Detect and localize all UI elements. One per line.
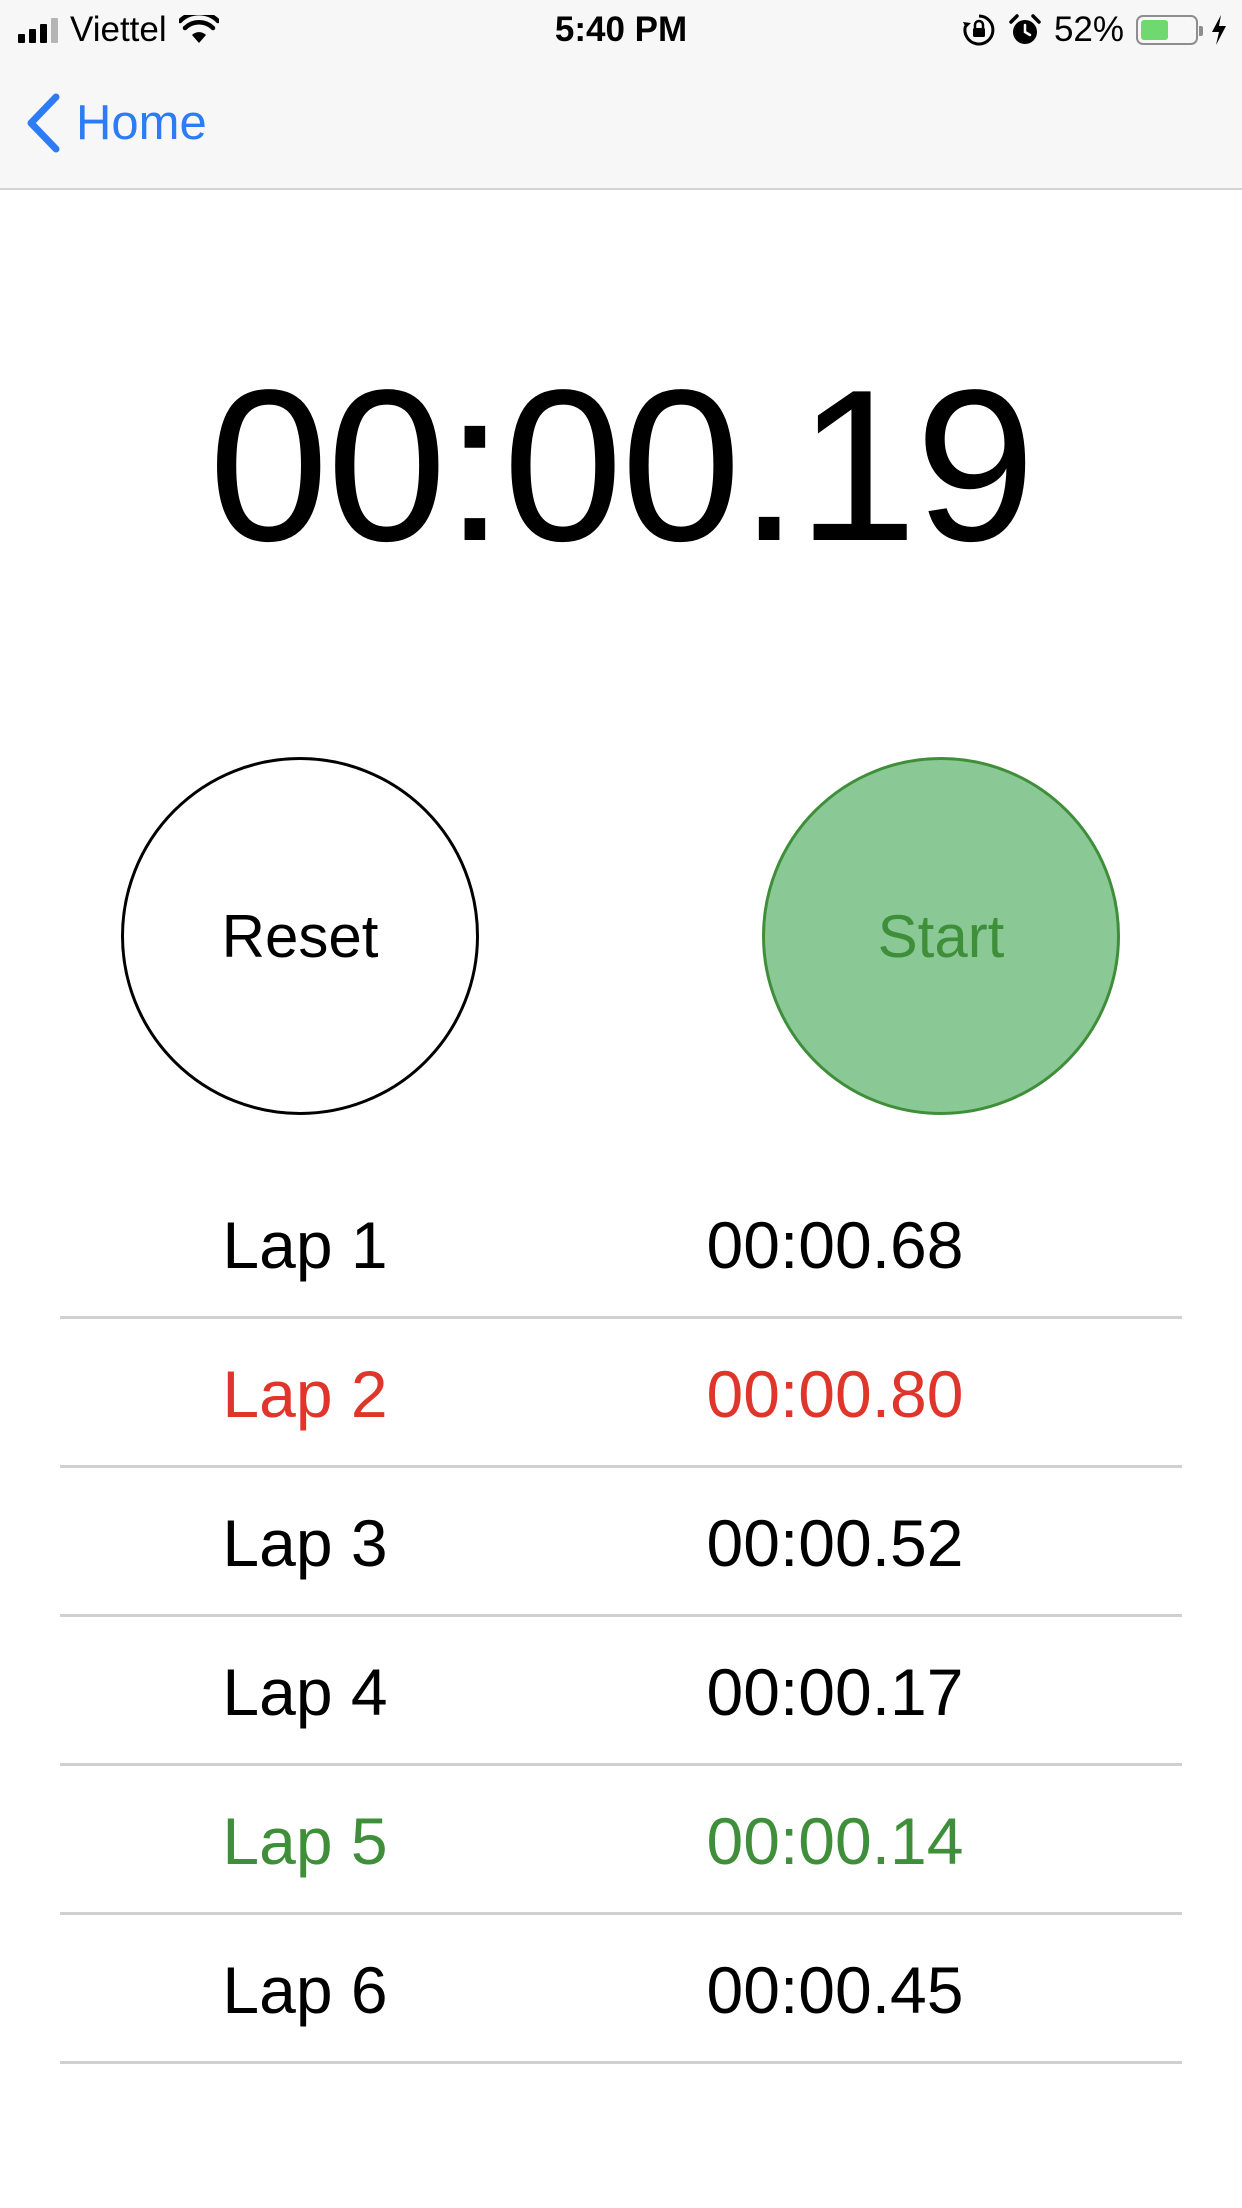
timer-display: 00:00.19	[208, 344, 1036, 586]
battery-level	[1141, 20, 1168, 40]
lap-label: Lap 3	[222, 1506, 388, 1580]
stopwatch-screen: Viettel 5:40 PM 52% Home 00:00.19 Reset …	[0, 0, 1242, 2208]
lap-label: Lap 5	[222, 1804, 388, 1878]
back-button[interactable]: Home	[24, 90, 207, 156]
chevron-left-icon	[27, 93, 60, 153]
lap-row: Lap 6 00:00.45	[60, 1915, 1182, 2064]
lap-time: 00:00.68	[706, 1208, 964, 1282]
lap-row: Lap 4 00:00.17	[60, 1617, 1182, 1766]
reset-button[interactable]: Reset	[121, 757, 479, 1115]
lap-row: Lap 1 00:00.68	[60, 1170, 1182, 1319]
status-bar-right: 52%	[962, 10, 1228, 50]
lap-time: 00:00.52	[706, 1506, 964, 1580]
reset-button-label: Reset	[221, 902, 379, 970]
battery-icon	[1136, 15, 1203, 45]
alarm-icon	[1009, 14, 1041, 44]
lap-time: 00:00.80	[706, 1357, 964, 1431]
start-button-label: Start	[877, 902, 1005, 970]
battery-percentage: 52%	[1053, 10, 1124, 49]
lap-label: Lap 6	[222, 1953, 388, 2027]
laps-list: Lap 1 00:00.68 Lap 2 00:00.80 Lap 3 00:0…	[60, 1170, 1182, 2064]
status-bar: Viettel 5:40 PM 52%	[0, 0, 1242, 60]
lap-time: 00:00.14	[706, 1804, 964, 1878]
lap-row: Lap 3 00:00.52	[60, 1468, 1182, 1617]
lap-time: 00:00.17	[706, 1655, 964, 1729]
lap-label: Lap 4	[222, 1655, 388, 1729]
charging-icon	[1212, 15, 1226, 45]
lap-label: Lap 1	[222, 1208, 388, 1282]
lap-row: Lap 5 00:00.14	[60, 1766, 1182, 1915]
lap-time: 00:00.45	[706, 1953, 964, 2027]
navigation-bar: Home	[0, 60, 1242, 190]
orientation-lock-icon	[962, 14, 995, 46]
lap-row: Lap 2 00:00.80	[60, 1319, 1182, 1468]
back-button-label: Home	[76, 96, 207, 150]
lap-label: Lap 2	[222, 1357, 388, 1431]
start-button[interactable]: Start	[762, 757, 1120, 1115]
